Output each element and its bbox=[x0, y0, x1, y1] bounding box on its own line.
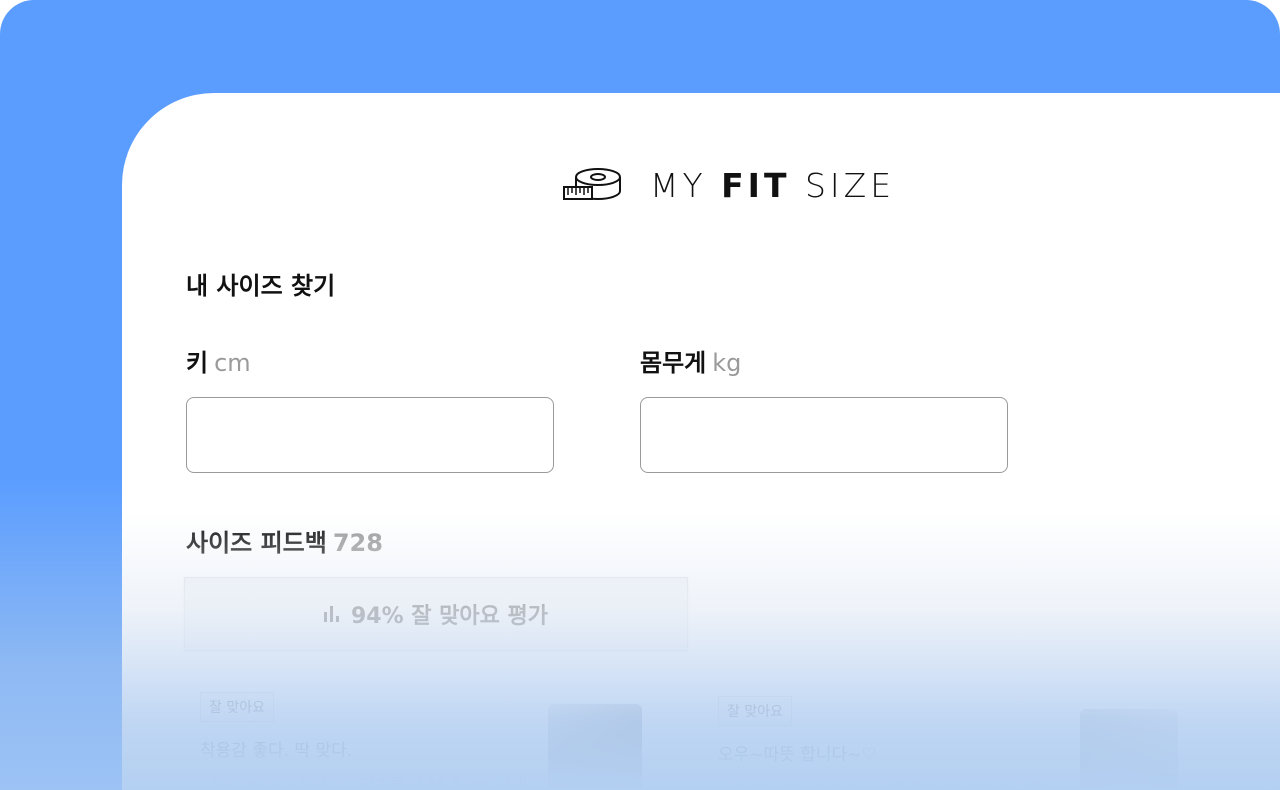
fit-rating-text: 94% 잘 맞아요 평가 bbox=[350, 604, 549, 629]
content-panel: MY FIT SIZE 내 사이즈 찾기 키 cm 몸무게 kg 사이즈 피드백 72… bbox=[122, 93, 1280, 790]
review-text: 착용감 좋다. 딱 맞다. bbox=[200, 741, 353, 761]
height-input[interactable] bbox=[186, 397, 554, 473]
fit-tag: 잘 맞아요 bbox=[718, 696, 792, 726]
review-item[interactable]: 잘 맞아요 오우~따뜻 합니다~♡ 176cm/60~64kg - 딥초콜릿 M… bbox=[718, 696, 1045, 790]
page-title: 내 사이즈 찾기 bbox=[186, 272, 336, 300]
bar-chart-icon bbox=[323, 606, 339, 622]
review-text: 오우~따뜻 합니다~♡ bbox=[718, 745, 877, 765]
review-photo[interactable] bbox=[548, 704, 642, 790]
brand-name: MY FIT SIZE bbox=[650, 165, 896, 205]
height-unit: cm bbox=[214, 349, 251, 377]
tape-measure-icon bbox=[563, 168, 621, 200]
fit-tag: 잘 맞아요 bbox=[200, 692, 274, 722]
weight-input[interactable] bbox=[640, 397, 1008, 473]
review-photo[interactable] bbox=[1080, 709, 1178, 790]
review-meta: 176cm/60~64kg - 딥초콜릿 M Size 구매 bbox=[718, 780, 1046, 790]
fit-rating-summary[interactable]: 94% 잘 맞아요 평가 bbox=[184, 577, 688, 651]
review-item[interactable]: 잘 맞아요 착용감 좋다. 딱 맞다. 158cm/50~54kg - 딥초콜릿… bbox=[200, 692, 527, 790]
weight-label: 몸무게 kg bbox=[640, 349, 742, 377]
feedback-title: 사이즈 피드백 728 bbox=[186, 529, 383, 557]
app-frame: MY FIT SIZE 내 사이즈 찾기 키 cm 몸무게 kg 사이즈 피드백 72… bbox=[0, 0, 1280, 790]
height-label: 키 cm bbox=[186, 349, 251, 377]
feedback-count: 728 bbox=[332, 529, 383, 557]
brand-logo: MY FIT SIZE bbox=[562, 163, 895, 207]
photo-count-badge bbox=[1148, 775, 1178, 790]
review-meta: 158cm/50~54kg - 딥초콜릿 M Size 구매 bbox=[200, 776, 528, 790]
weight-unit: kg bbox=[712, 349, 742, 377]
